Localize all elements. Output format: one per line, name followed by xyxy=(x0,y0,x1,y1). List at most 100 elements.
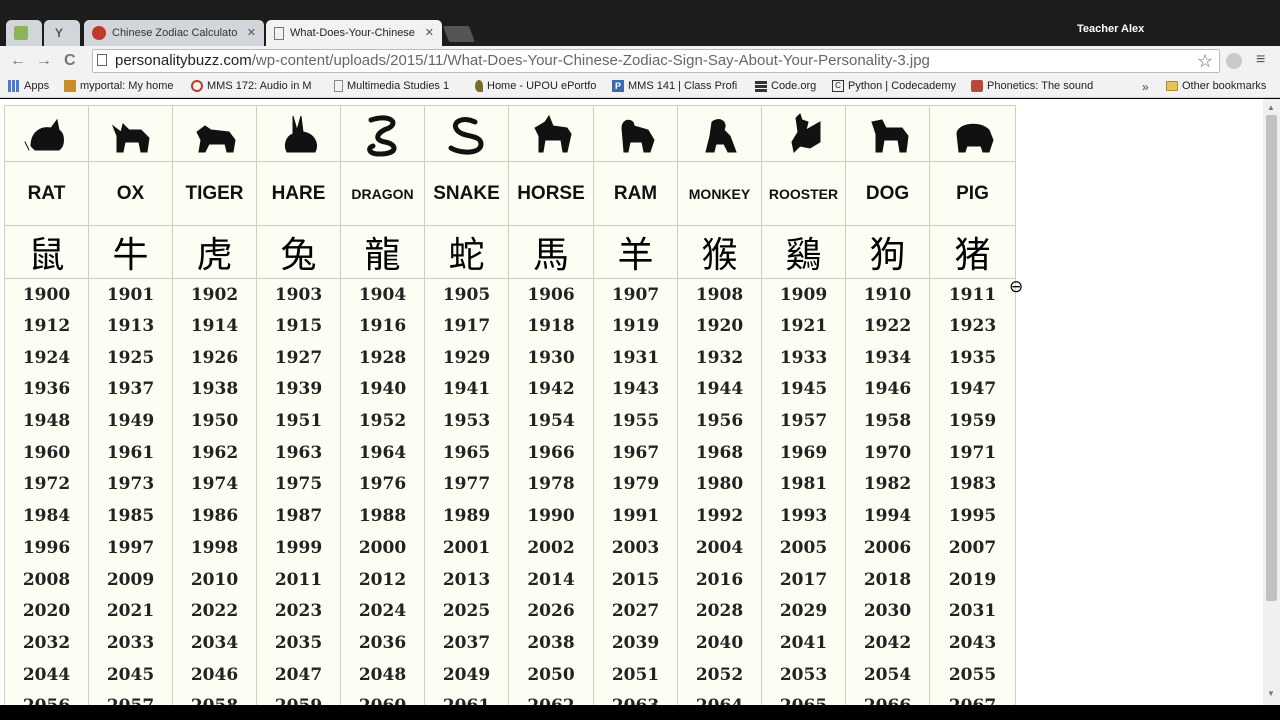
year-cell: 1922 xyxy=(845,310,930,342)
animal-icon-cell xyxy=(593,105,678,162)
image-viewport[interactable]: RAT OX TIGER HARE DRAGON SNAKE HORSE RAM MONKEY R… xyxy=(0,99,1280,705)
bookmark-codecademy[interactable]: C Python | Codecademy xyxy=(832,80,962,92)
year-cell: 2067 xyxy=(929,690,1016,705)
circle-icon xyxy=(191,80,203,92)
bookmark-phonetics[interactable]: Phonetics: The sound xyxy=(971,80,1099,92)
year-cell: 1938 xyxy=(172,373,257,406)
year-cell: 2022 xyxy=(172,595,257,628)
year-cell: 2034 xyxy=(172,627,257,659)
year-cell: 1906 xyxy=(508,278,594,311)
year-cell: 1998 xyxy=(172,532,257,564)
year-cell: 1954 xyxy=(508,405,594,437)
year-cell: 2001 xyxy=(424,532,509,564)
year-cell: 1919 xyxy=(593,310,678,342)
more-bookmarks-icon[interactable]: » xyxy=(1142,80,1149,94)
year-cell: 1991 xyxy=(593,500,678,532)
animal-name: MONKEY xyxy=(677,161,762,226)
bookmark-apps[interactable]: Apps xyxy=(8,80,58,92)
url-domain: personalitybuzz.com xyxy=(115,52,252,69)
bookmark-mms141[interactable]: P MMS 141 | Class Profi xyxy=(612,80,740,92)
year-cell: 1949 xyxy=(88,405,173,437)
year-cell: 1909 xyxy=(761,278,846,311)
animal-chinese-character: 兔 xyxy=(256,225,341,279)
year-cell: 2050 xyxy=(508,658,594,691)
year-row: 1948 1949 1950 1951 1952 1953 1954 1955 1956 1957… xyxy=(4,405,1016,437)
bookmark-upou[interactable]: Home - UPOU ePortfo xyxy=(475,80,605,92)
bookmark-label: MMS 172: Audio in M xyxy=(207,80,312,92)
year-cell: 1975 xyxy=(256,468,341,501)
year-cell: 1968 xyxy=(677,436,762,469)
bookmark-multimedia[interactable]: Multimedia Studies 1 xyxy=(334,80,460,92)
menu-icon[interactable]: ≡ xyxy=(1256,51,1265,69)
tab-zodiac-image[interactable]: What-Does-Your-Chinese ✕ xyxy=(266,20,442,46)
year-cell: 1989 xyxy=(424,500,509,532)
year-cell: 2064 xyxy=(677,690,762,705)
year-cell: 2044 xyxy=(4,658,89,691)
zodiac-table[interactable]: RAT OX TIGER HARE DRAGON SNAKE HORSE RAM MONKEY R… xyxy=(4,105,1016,705)
year-cell: 1930 xyxy=(508,341,594,374)
year-cell: 1920 xyxy=(677,310,762,342)
year-cell: 1946 xyxy=(845,373,930,406)
year-cell: 2045 xyxy=(88,658,173,691)
bookmark-myportal[interactable]: myportal: My home xyxy=(64,80,184,92)
tab-yahoo[interactable]: Y xyxy=(44,20,80,46)
year-cell: 1979 xyxy=(593,468,678,501)
year-cell: 1971 xyxy=(929,436,1016,469)
animal-chinese-character: 牛 xyxy=(88,225,173,279)
year-cell: 2036 xyxy=(340,627,425,659)
bookmark-other[interactable]: Other bookmarks xyxy=(1166,80,1278,92)
year-cell: 2004 xyxy=(677,532,762,564)
forward-icon[interactable]: → xyxy=(36,52,52,70)
new-tab-button[interactable] xyxy=(443,26,475,42)
year-cell: 2016 xyxy=(677,563,762,596)
address-bar[interactable]: personalitybuzz.com/wp-content/uploads/2… xyxy=(92,49,1220,73)
profile-name[interactable]: Teacher Alex xyxy=(1077,23,1144,35)
zoom-out-cursor-icon: ⊖ xyxy=(1009,277,1024,296)
year-cell: 1901 xyxy=(88,278,173,311)
year-cell: 2042 xyxy=(845,627,930,659)
year-cell: 1926 xyxy=(172,341,257,374)
year-cell: 1948 xyxy=(4,405,89,437)
photo-app-icon xyxy=(14,26,28,40)
reload-icon[interactable]: C xyxy=(64,52,76,70)
close-icon[interactable]: ✕ xyxy=(247,26,256,39)
tab-photos[interactable] xyxy=(6,20,42,46)
year-cell: 2035 xyxy=(256,627,341,659)
bookmark-star-icon[interactable]: ☆ xyxy=(1197,51,1213,72)
year-cell: 1967 xyxy=(593,436,678,469)
year-cell: 1951 xyxy=(256,405,341,437)
year-cell: 1994 xyxy=(845,500,930,532)
year-cell: 2054 xyxy=(845,658,930,691)
scroll-up-icon[interactable]: ▲ xyxy=(1267,103,1275,112)
year-cell: 1981 xyxy=(761,468,846,501)
hare-icon xyxy=(284,115,317,152)
year-cell: 1904 xyxy=(340,278,425,311)
close-icon[interactable]: ✕ xyxy=(425,26,434,39)
year-cell: 1965 xyxy=(424,436,509,469)
year-row: 2008 2009 2010 2011 2012 2013 2014 2015 2016 2017… xyxy=(4,563,1016,596)
page-icon xyxy=(274,26,284,40)
bookmark-codeorg[interactable]: Code.org xyxy=(755,80,827,92)
year-cell: 1947 xyxy=(929,373,1016,406)
tab-zodiac-calculator[interactable]: Chinese Zodiac Calculator ✕ xyxy=(84,20,264,46)
back-icon[interactable]: ← xyxy=(10,52,26,70)
animal-character-row: 鼠牛虎兔龍蛇馬羊猴鷄狗猪 xyxy=(4,225,1016,279)
animal-name: RAM xyxy=(593,161,678,226)
year-cell: 1944 xyxy=(677,373,762,406)
year-cell: 1961 xyxy=(88,436,173,469)
bookmark-mms172[interactable]: MMS 172: Audio in M xyxy=(191,80,319,92)
year-cell: 2037 xyxy=(424,627,509,659)
year-cell: 1955 xyxy=(593,405,678,437)
yahoo-icon: Y xyxy=(54,26,63,40)
year-cell: 2040 xyxy=(677,627,762,659)
year-cell: 2002 xyxy=(508,532,594,564)
animal-name: DRAGON xyxy=(340,161,425,226)
scrollbar-thumb[interactable] xyxy=(1266,115,1277,601)
year-cell: 1988 xyxy=(340,500,425,532)
year-cell: 1973 xyxy=(88,468,173,501)
extension-icon[interactable] xyxy=(1226,53,1242,69)
vertical-scrollbar[interactable]: ▲ ▼ xyxy=(1263,99,1280,705)
monkey-icon xyxy=(704,118,737,152)
scroll-down-icon[interactable]: ▼ xyxy=(1267,689,1275,698)
year-cell: 2052 xyxy=(677,658,762,691)
